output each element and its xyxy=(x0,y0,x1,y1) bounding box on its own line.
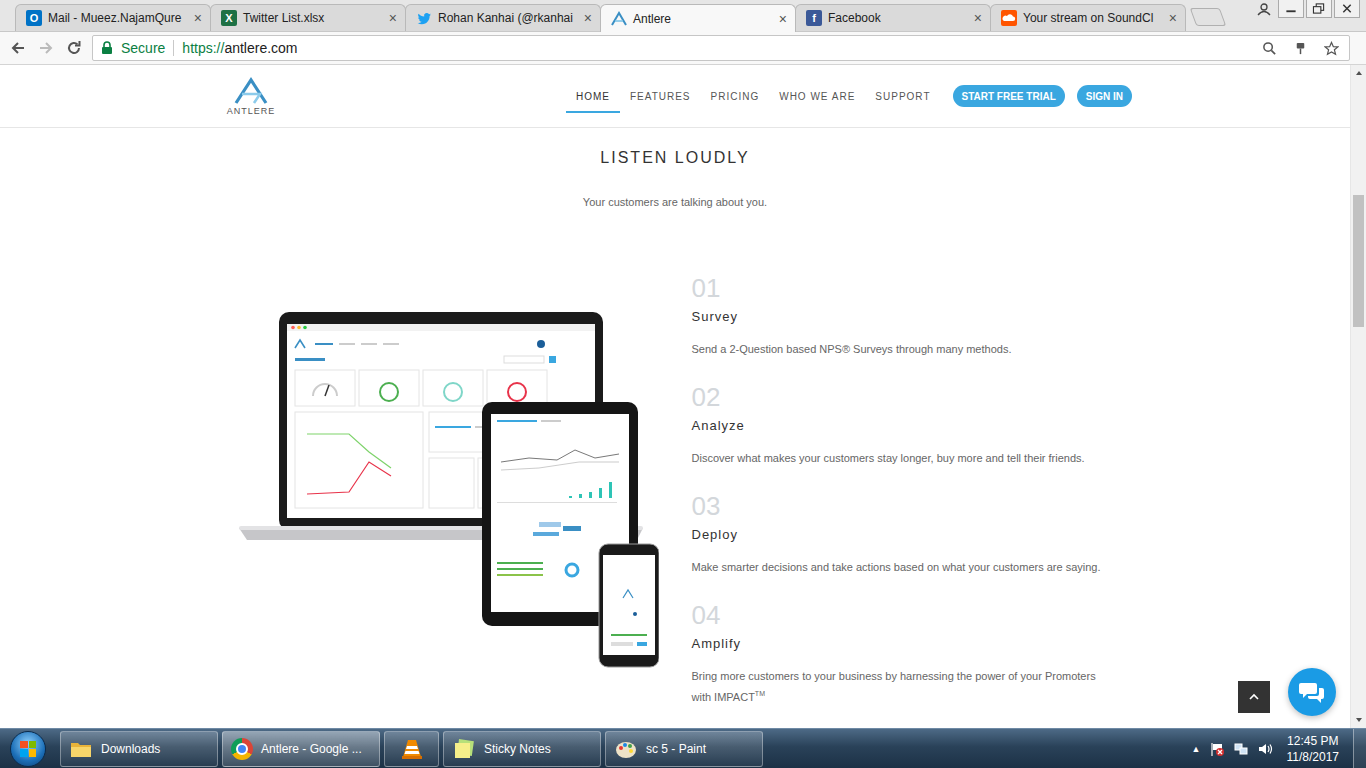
window-controls xyxy=(1252,0,1366,18)
browser-tab[interactable]: XTwitter List.xlsx× xyxy=(210,4,406,31)
windows-logo-icon xyxy=(20,741,36,757)
section-subtitle: Your customers are talking about you. xyxy=(0,194,1350,210)
browser-tab[interactable]: Antlere× xyxy=(600,4,796,32)
antlere-mark-icon xyxy=(230,76,272,106)
step-item: 01SurveySend a 2-Question based NPS® Sur… xyxy=(692,274,1112,358)
section-title: LISTEN LOUDLY xyxy=(0,148,1350,168)
soundcloud-icon xyxy=(1001,10,1017,26)
minimize-icon[interactable] xyxy=(1278,0,1304,18)
chat-button[interactable] xyxy=(1288,668,1336,716)
chevron-up-icon xyxy=(1248,691,1260,703)
hero-section: LISTEN LOUDLY Your customers are talking … xyxy=(0,128,1350,210)
back-arrow-icon[interactable] xyxy=(8,38,28,58)
devices-illustration xyxy=(239,312,659,668)
nav-item[interactable]: FEATURES xyxy=(620,80,701,113)
reload-icon[interactable] xyxy=(64,38,84,58)
start-button[interactable] xyxy=(0,729,56,768)
close-window-icon[interactable] xyxy=(1334,0,1360,18)
step-item: 03DeployMake smarter decisions and take … xyxy=(692,492,1112,576)
header-button[interactable]: START FREE TRIAL xyxy=(953,85,1065,107)
taskbar-button[interactable]: Downloads xyxy=(60,731,218,767)
scroll-up-icon[interactable] xyxy=(1351,65,1366,81)
tab-close-button[interactable]: × xyxy=(974,11,982,25)
tab-close-button[interactable]: × xyxy=(194,11,202,25)
favicon-icon: f xyxy=(806,10,822,26)
scrollbar-thumb[interactable] xyxy=(1353,195,1364,328)
url-text: https://antlere.com xyxy=(182,40,297,56)
show-desktop-button[interactable] xyxy=(1353,729,1366,768)
web-page: ANTLERE HOMEFEATURESPRICINGWHO WE ARESUPP… xyxy=(0,65,1350,728)
back-to-top-button[interactable] xyxy=(1238,681,1270,713)
browser-window: OMail - Mueez.NajamQure×XTwitter List.xl… xyxy=(0,0,1366,728)
toolbar: Secure https://antlere.com xyxy=(0,32,1366,65)
favicon-icon: X xyxy=(221,10,237,26)
bookmark-star-icon[interactable] xyxy=(1324,41,1339,56)
scrollbar[interactable] xyxy=(1350,65,1366,728)
desktop-screen: OMail - Mueez.NajamQure×XTwitter List.xl… xyxy=(0,0,1366,768)
antlere-logo[interactable]: ANTLERE xyxy=(220,76,282,116)
browser-tab[interactable]: OMail - Mueez.NajamQure× xyxy=(15,4,211,31)
new-tab-button[interactable] xyxy=(1190,8,1227,26)
scroll-down-icon[interactable] xyxy=(1351,712,1366,728)
antlere-logo-icon xyxy=(611,11,627,27)
lock-icon xyxy=(101,41,113,55)
taskbar-button[interactable] xyxy=(384,731,439,767)
paint-palette-icon xyxy=(614,737,638,761)
network-icon[interactable] xyxy=(1233,741,1249,757)
restore-icon[interactable] xyxy=(1306,0,1332,18)
site-header: ANTLERE HOMEFEATURESPRICINGWHO WE ARESUPP… xyxy=(0,65,1350,128)
header-button[interactable]: SIGN IN xyxy=(1077,85,1132,107)
nav-item[interactable]: SUPPORT xyxy=(865,80,940,113)
sticky-notes-icon xyxy=(452,737,476,761)
action-center-flag-icon[interactable] xyxy=(1209,741,1225,757)
features-section: 01SurveySend a 2-Question based NPS® Sur… xyxy=(239,274,1112,728)
taskbar-button[interactable]: sc 5 - Paint xyxy=(605,731,763,767)
clock[interactable]: 12:45 PM11/8/2017 xyxy=(1281,733,1346,765)
browser-tab[interactable]: fFacebook× xyxy=(795,4,991,31)
favicon-icon: O xyxy=(26,10,42,26)
folder-icon xyxy=(69,737,93,761)
nav-item[interactable]: PRICING xyxy=(701,80,770,113)
taskbar: DownloadsAntlere - Google ... Sticky Note… xyxy=(0,728,1366,768)
steps-list: 01SurveySend a 2-Question based NPS® Sur… xyxy=(692,274,1112,728)
main-nav: HOMEFEATURESPRICINGWHO WE ARESUPPORT STAR… xyxy=(566,80,1132,113)
show-hidden-icons-button[interactable]: ▲ xyxy=(1192,744,1201,754)
nav-item[interactable]: HOME xyxy=(566,80,620,113)
tab-close-button[interactable]: × xyxy=(779,12,787,26)
tab-strip: OMail - Mueez.NajamQure×XTwitter List.xl… xyxy=(0,0,1366,32)
taskbar-button[interactable]: Sticky Notes xyxy=(443,731,601,767)
secure-label: Secure xyxy=(121,40,174,56)
tab-close-button[interactable]: × xyxy=(1169,11,1177,25)
forward-arrow-icon[interactable] xyxy=(36,38,56,58)
taskbar-button[interactable]: Antlere - Google ... xyxy=(222,731,380,767)
system-tray: ▲ 12:45 PM11/8/2017 xyxy=(1192,729,1366,768)
extension-pin-icon[interactable] xyxy=(1293,41,1308,56)
nav-item[interactable]: WHO WE ARE xyxy=(769,80,865,113)
zoom-icon[interactable] xyxy=(1262,41,1277,56)
twitter-bird-icon xyxy=(416,10,432,26)
step-item: 04AmplifyBring more customers to your bu… xyxy=(692,601,1112,706)
page-viewport: ANTLERE HOMEFEATURESPRICINGWHO WE ARESUPP… xyxy=(0,65,1366,728)
volume-icon[interactable] xyxy=(1257,741,1273,757)
chrome-icon xyxy=(231,738,253,760)
browser-tab[interactable]: Your stream on SoundCl× xyxy=(990,4,1186,31)
browser-tab[interactable]: Rohan Kanhai (@rkanhai× xyxy=(405,4,601,31)
vlc-cone-icon xyxy=(400,737,424,761)
address-bar[interactable]: Secure https://antlere.com xyxy=(92,35,1350,61)
step-item: 02AnalyzeDiscover what makes your custom… xyxy=(692,383,1112,467)
user-profile-icon[interactable] xyxy=(1252,0,1276,18)
chat-bubbles-icon xyxy=(1297,677,1327,707)
tab-close-button[interactable]: × xyxy=(584,11,592,25)
tab-close-button[interactable]: × xyxy=(389,11,397,25)
